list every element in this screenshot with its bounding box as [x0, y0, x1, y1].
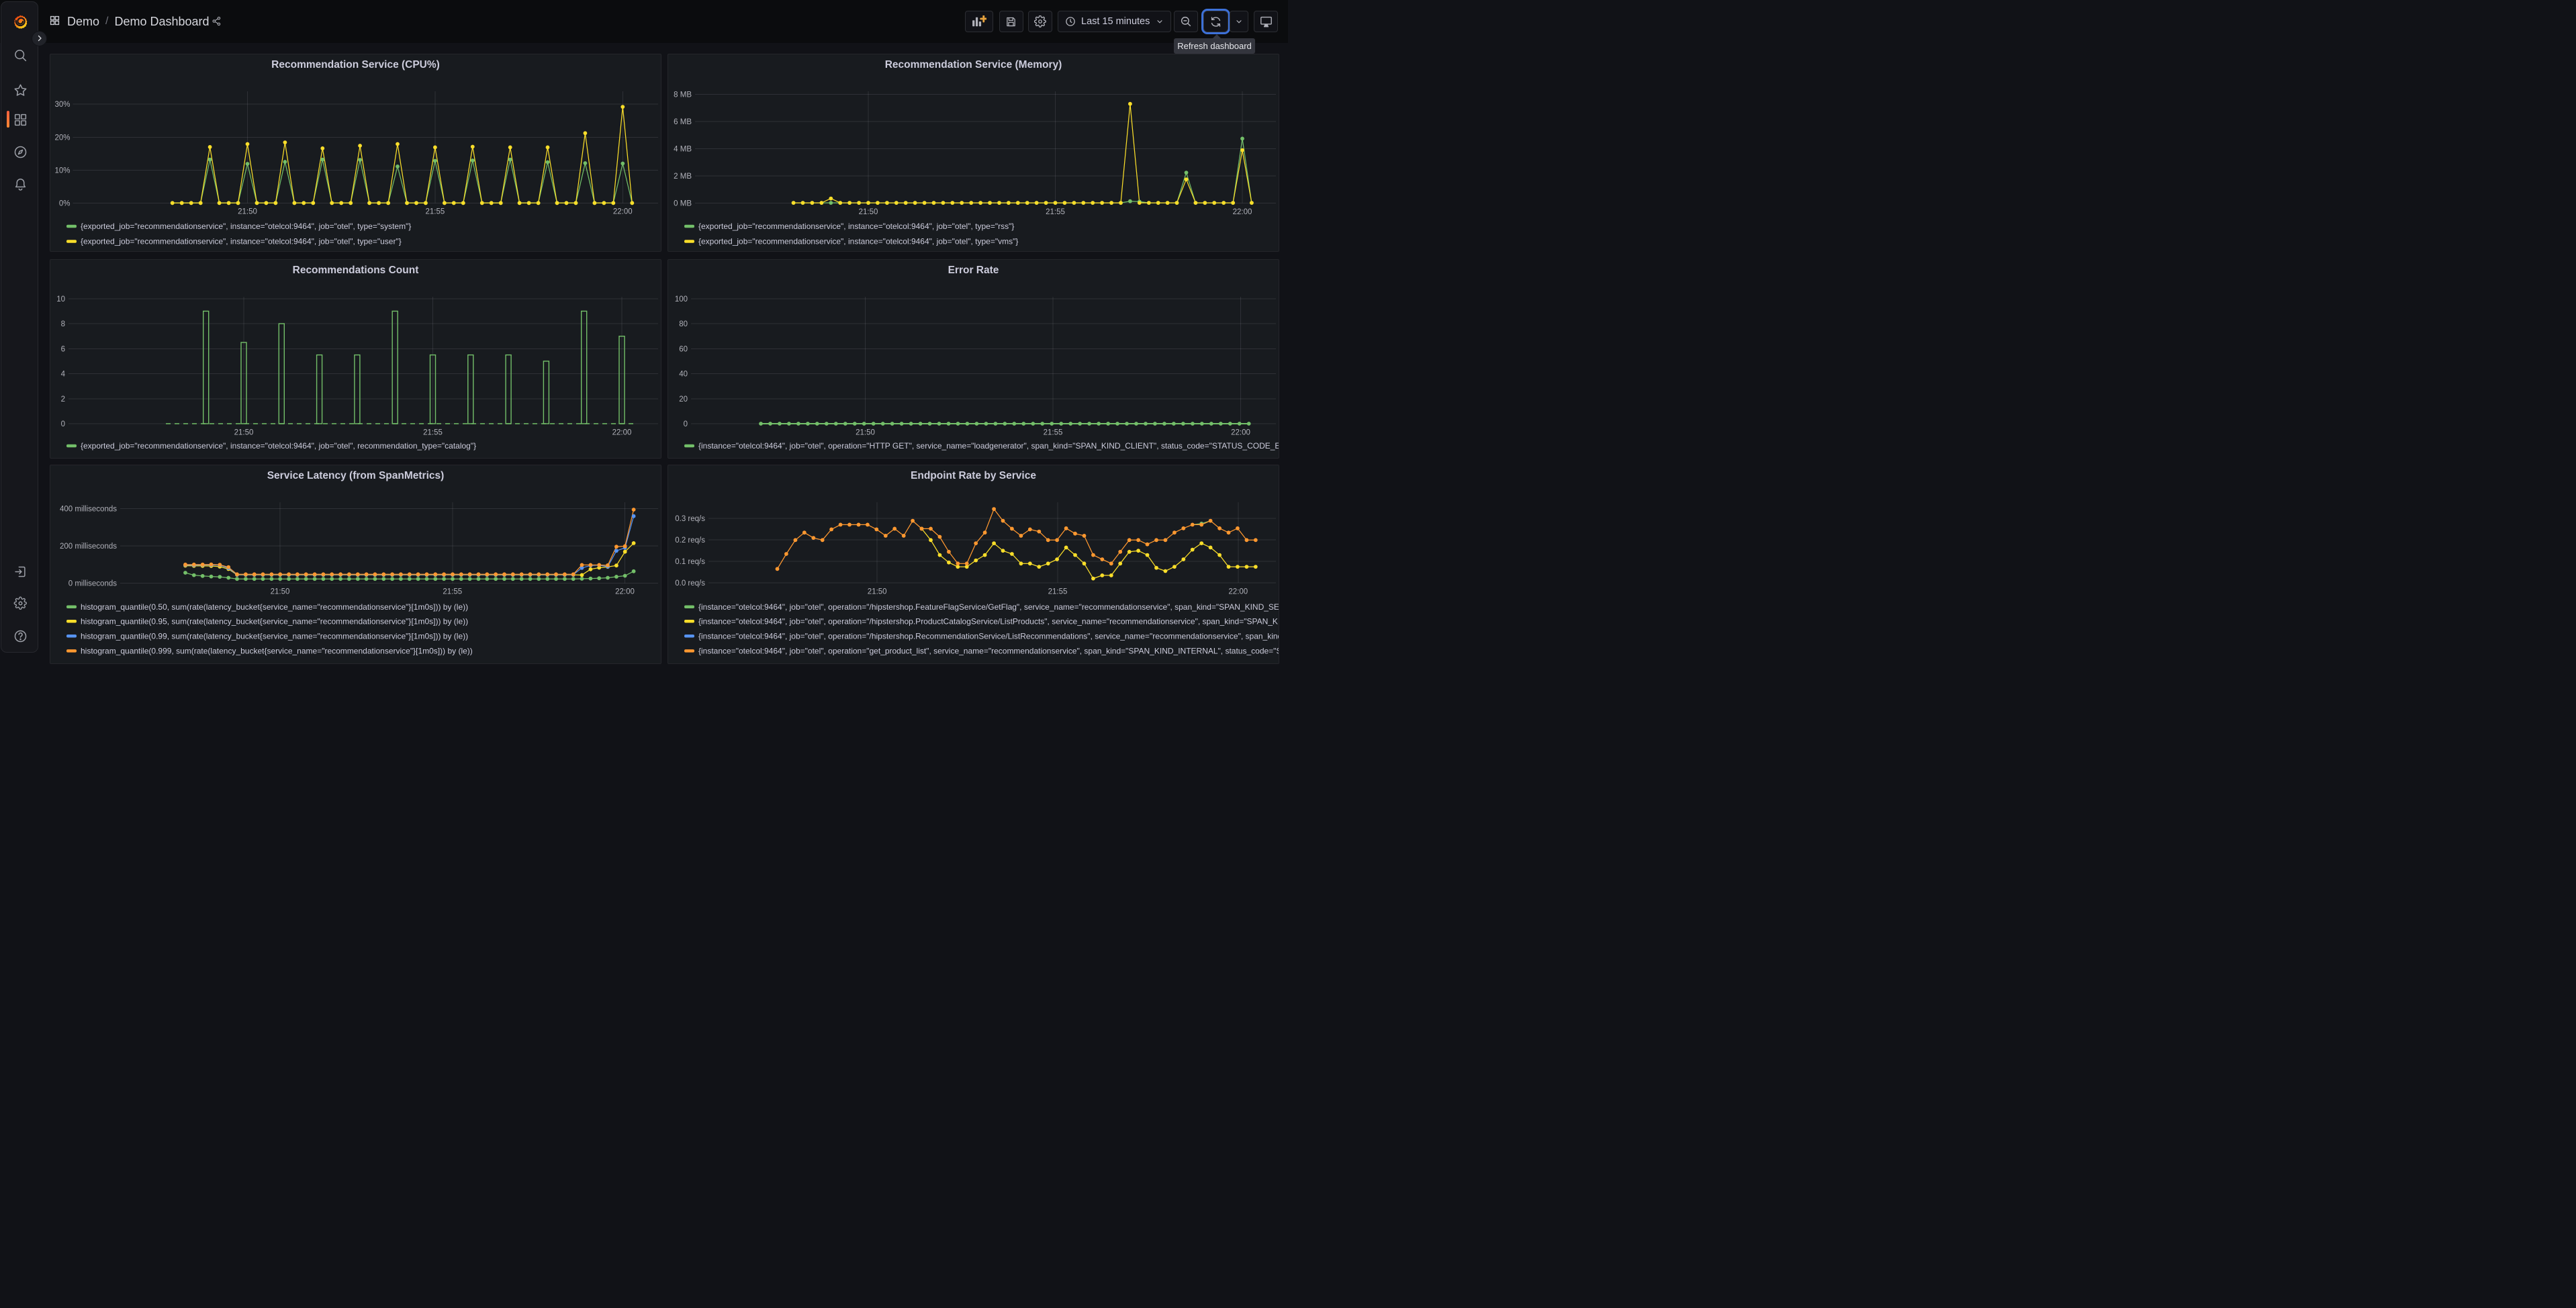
svg-text:{exported_job="recommendations: {exported_job="recommendationservice", i… — [81, 237, 402, 246]
svg-text:2: 2 — [61, 395, 65, 403]
svg-text:100: 100 — [675, 295, 688, 303]
svg-text:20: 20 — [679, 395, 688, 403]
svg-text:histogram_quantile(0.99, sum(r: histogram_quantile(0.99, sum(rate(latenc… — [81, 631, 468, 641]
svg-text:0%: 0% — [59, 199, 71, 207]
svg-text:0.3 req/s: 0.3 req/s — [675, 515, 705, 523]
svg-text:4: 4 — [61, 370, 66, 378]
svg-text:21:50: 21:50 — [859, 208, 878, 216]
svg-text:30%: 30% — [54, 101, 70, 109]
svg-text:22:00: 22:00 — [615, 588, 635, 596]
svg-text:21:55: 21:55 — [1044, 428, 1063, 436]
svg-text:histogram_quantile(0.999, sum(: histogram_quantile(0.999, sum(rate(laten… — [81, 646, 473, 655]
svg-text:0 MB: 0 MB — [674, 200, 692, 208]
svg-text:21:50: 21:50 — [856, 428, 875, 436]
svg-text:{instance="otelcol:9464", job=: {instance="otelcol:9464", job="otel", op… — [698, 646, 1279, 655]
svg-text:{exported_job="recommendations: {exported_job="recommendationservice", i… — [698, 237, 1018, 246]
svg-text:4 MB: 4 MB — [674, 146, 692, 154]
svg-text:21:55: 21:55 — [423, 428, 443, 436]
svg-text:21:55: 21:55 — [426, 208, 445, 216]
svg-text:0.2 req/s: 0.2 req/s — [675, 536, 705, 544]
svg-text:60: 60 — [679, 345, 688, 353]
svg-text:8: 8 — [61, 320, 65, 328]
svg-text:21:50: 21:50 — [868, 588, 887, 596]
svg-text:80: 80 — [679, 320, 688, 328]
svg-text:21:50: 21:50 — [271, 588, 290, 596]
svg-text:21:50: 21:50 — [234, 428, 254, 436]
svg-text:21:55: 21:55 — [443, 588, 462, 596]
svg-text:{instance="otelcol:9464", job=: {instance="otelcol:9464", job="otel", op… — [698, 441, 1279, 451]
svg-text:0.1 req/s: 0.1 req/s — [675, 557, 705, 565]
svg-text:0.0 req/s: 0.0 req/s — [675, 579, 705, 588]
svg-text:22:00: 22:00 — [1231, 428, 1250, 436]
svg-text:{instance="otelcol:9464", job=: {instance="otelcol:9464", job="otel", op… — [698, 602, 1279, 611]
svg-text:histogram_quantile(0.95, sum(r: histogram_quantile(0.95, sum(rate(latenc… — [81, 616, 468, 626]
svg-text:{instance="otelcol:9464", job=: {instance="otelcol:9464", job="otel", op… — [698, 631, 1279, 641]
svg-text:8 MB: 8 MB — [674, 91, 692, 99]
svg-text:40: 40 — [679, 370, 688, 378]
svg-text:{instance="otelcol:9464", job=: {instance="otelcol:9464", job="otel", op… — [698, 616, 1279, 626]
svg-text:21:55: 21:55 — [1046, 208, 1065, 216]
svg-text:0: 0 — [61, 420, 65, 428]
svg-text:22:00: 22:00 — [1233, 208, 1252, 216]
svg-text:{exported_job="recommendations: {exported_job="recommendationservice", i… — [81, 222, 411, 231]
svg-text:21:50: 21:50 — [238, 208, 257, 216]
svg-text:22:00: 22:00 — [613, 208, 633, 216]
svg-text:10: 10 — [56, 295, 65, 303]
svg-text:6 MB: 6 MB — [674, 118, 692, 126]
svg-text:{exported_job="recommendations: {exported_job="recommendationservice", i… — [81, 441, 476, 451]
svg-text:400 milliseconds: 400 milliseconds — [60, 505, 117, 513]
svg-text:0: 0 — [684, 420, 688, 428]
svg-text:2 MB: 2 MB — [674, 173, 692, 181]
svg-text:21:55: 21:55 — [1048, 588, 1068, 596]
svg-text:22:00: 22:00 — [612, 428, 632, 436]
svg-text:22:00: 22:00 — [1228, 588, 1248, 596]
svg-text:10%: 10% — [54, 167, 70, 175]
svg-text:{exported_job="recommendations: {exported_job="recommendationservice", i… — [698, 222, 1014, 231]
svg-text:histogram_quantile(0.50, sum(r: histogram_quantile(0.50, sum(rate(latenc… — [81, 602, 468, 611]
svg-text:20%: 20% — [54, 134, 70, 142]
svg-text:0 milliseconds: 0 milliseconds — [68, 579, 117, 588]
svg-text:200 milliseconds: 200 milliseconds — [60, 542, 117, 550]
svg-text:6: 6 — [61, 345, 65, 353]
